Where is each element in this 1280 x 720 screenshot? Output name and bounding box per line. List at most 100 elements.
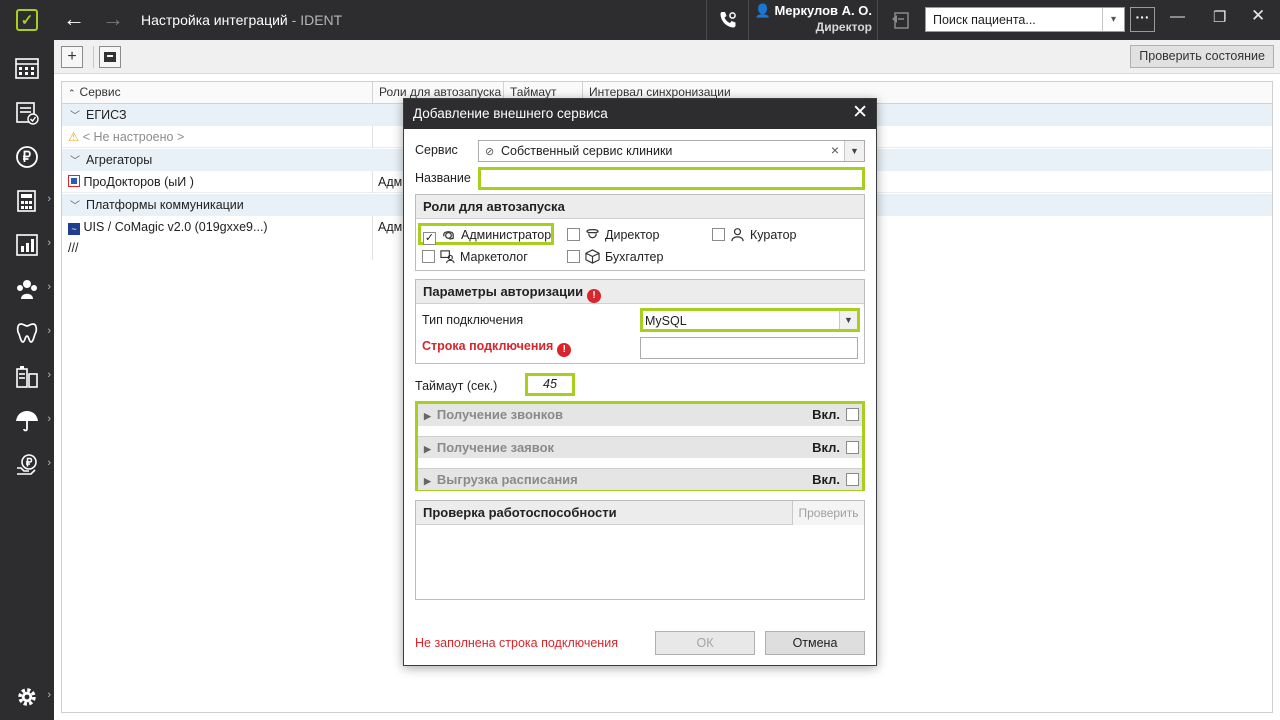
checkbox-unchecked[interactable]: [422, 250, 435, 263]
collapsible-title: ▶ Получение звонков: [424, 404, 563, 427]
expand-triangle-icon[interactable]: ▶: [424, 411, 431, 421]
collapsible-requests[interactable]: ▶ Получение заявок Вкл.: [418, 436, 862, 458]
restore-icon[interactable]: ❐: [1213, 8, 1226, 26]
archive-button[interactable]: [99, 46, 121, 68]
collapsible-schedule-export[interactable]: ▶ Выгрузка расписания Вкл.: [418, 468, 862, 490]
role-checkbox-accountant[interactable]: Бухгалтер: [567, 248, 663, 270]
minimize-icon[interactable]: —: [1170, 8, 1185, 25]
chevron-down-icon[interactable]: ﹀: [70, 156, 80, 167]
title-bar: ✓ ← → Настройка интеграций - IDENT 👤 Мер…: [0, 0, 1280, 40]
row-roles: Адм: [378, 220, 403, 234]
conn-type-value: MySQL: [645, 314, 687, 328]
box-icon: [585, 249, 600, 264]
window-title-sep: -: [287, 12, 301, 28]
chevron-right-icon: ›: [47, 193, 51, 205]
name-input[interactable]: [478, 167, 865, 190]
cancel-button[interactable]: Отмена: [765, 631, 865, 655]
role-checkbox-director[interactable]: Директор: [567, 226, 659, 248]
checkbox-unchecked[interactable]: [712, 228, 725, 241]
sidebar-item-warehouse[interactable]: ›: [0, 356, 54, 396]
sidebar-item-reports[interactable]: ›: [0, 180, 54, 220]
service-label: Сервис: [415, 143, 458, 157]
timeout-input[interactable]: 45: [525, 373, 575, 396]
user-info[interactable]: 👤 Меркулов А. О. Директор: [752, 3, 872, 34]
prodoctorov-icon: [68, 175, 80, 187]
chevron-down-icon[interactable]: ▼: [844, 141, 864, 161]
ruble-hand-icon: [17, 454, 37, 475]
collapsible-calls[interactable]: ▶ Получение звонков Вкл.: [418, 404, 862, 426]
sidebar-item-analytics[interactable]: ›: [0, 224, 54, 264]
forward-arrow-icon[interactable]: →: [102, 8, 124, 30]
chevron-down-icon[interactable]: ▼: [839, 311, 857, 329]
sidebar-item-staff[interactable]: ›: [0, 268, 54, 308]
conn-type-label: Тип подключения: [422, 313, 524, 327]
conn-string-input[interactable]: [640, 337, 858, 359]
sidebar-item-visits[interactable]: [0, 92, 54, 132]
expand-triangle-icon[interactable]: ▶: [424, 444, 431, 454]
health-check-section: Проверка работоспособности Проверить: [415, 500, 865, 600]
check-state-button[interactable]: Проверить состояние: [1130, 45, 1274, 68]
inventory-icon: [16, 366, 38, 388]
sidebar-item-schedule[interactable]: [0, 48, 54, 88]
enable-checkbox[interactable]: [846, 473, 859, 486]
row-service-cell: ~ UIS / CoMagic v2.0 (019gxxe9...): [68, 216, 268, 238]
row-service-name: UIS / CoMagic v2.0 (019gxxe9...): [83, 220, 268, 234]
ok-button[interactable]: ОК: [655, 631, 755, 655]
collapse-all-icon[interactable]: ⌃: [68, 88, 76, 98]
chevron-down-icon[interactable]: ﹀: [70, 201, 80, 212]
service-select[interactable]: ⊘ Собственный сервис клиники × ▼: [478, 140, 865, 162]
conn-type-select[interactable]: MySQL ▼: [640, 308, 860, 332]
roles-title: Роли для автозапуска: [416, 195, 864, 219]
close-icon[interactable]: ✕: [852, 99, 868, 127]
checkbox-unchecked[interactable]: [567, 250, 580, 263]
gear-icon: [18, 688, 36, 706]
expand-triangle-icon[interactable]: ▶: [424, 476, 431, 486]
sidebar-item-dental[interactable]: ›: [0, 312, 54, 352]
sidebar-item-payments[interactable]: ›: [0, 444, 54, 484]
role-label: Маркетолог: [460, 250, 528, 264]
row-service-cell: ПроДокторов (ыИ ): [68, 171, 194, 193]
role-checkbox-curator[interactable]: Куратор: [712, 226, 797, 248]
role-label: Директор: [605, 228, 660, 242]
close-window-icon[interactable]: ✕: [1251, 6, 1265, 26]
run-check-button[interactable]: Проверить: [792, 501, 864, 525]
user-name-row: 👤 Меркулов А. О.: [752, 3, 872, 19]
person-icon: [731, 228, 744, 242]
clear-icon[interactable]: ×: [831, 142, 839, 158]
checkbox-checked[interactable]: ✓: [423, 232, 436, 245]
sidebar-item-insurance[interactable]: ›: [0, 400, 54, 440]
enable-checkbox[interactable]: [846, 408, 859, 421]
row-service-name: ///: [68, 241, 79, 255]
chevron-down-icon[interactable]: ﹀: [70, 111, 80, 122]
toggle-label: Вкл.: [812, 440, 840, 455]
back-arrow-icon[interactable]: ←: [63, 8, 85, 30]
document-check-icon: [16, 102, 39, 125]
warning-icon: ⚠: [68, 130, 80, 144]
role-checkbox-administrator[interactable]: ✓ Администратор: [418, 223, 554, 245]
chevron-down-icon[interactable]: ▾: [1102, 8, 1124, 31]
phone-settings-icon[interactable]: [718, 10, 738, 30]
patient-search-input[interactable]: Поиск пациента... ▾: [925, 7, 1125, 32]
sidebar-item-settings[interactable]: ›: [0, 676, 54, 716]
sidebar-item-finance[interactable]: [0, 136, 54, 176]
archive-icon: [104, 52, 116, 62]
enable-checkbox[interactable]: [846, 441, 859, 454]
chevron-right-icon: ›: [47, 457, 51, 469]
role-checkbox-marketer[interactable]: Маркетолог: [422, 248, 528, 270]
options-group: ▶ Получение звонков Вкл. ▶ Получение заяво…: [415, 401, 865, 491]
add-button[interactable]: +: [61, 46, 83, 68]
director-icon: [586, 228, 599, 239]
app-name: IDENT: [300, 12, 343, 28]
error-icon: !: [557, 343, 572, 357]
more-options-button[interactable]: ···: [1130, 7, 1155, 32]
bar-chart-icon: [16, 234, 38, 256]
column-header-service[interactable]: ⌃ Сервис: [62, 82, 373, 103]
history-back-icon[interactable]: [889, 9, 911, 31]
app-logo[interactable]: ✓: [0, 0, 54, 40]
link-icon: ⊘: [485, 146, 495, 158]
toolbar-divider: [877, 0, 878, 40]
chevron-right-icon: ›: [47, 325, 51, 337]
column-separator: [372, 126, 373, 148]
role-label: Бухгалтер: [605, 250, 664, 264]
checkbox-unchecked[interactable]: [567, 228, 580, 241]
